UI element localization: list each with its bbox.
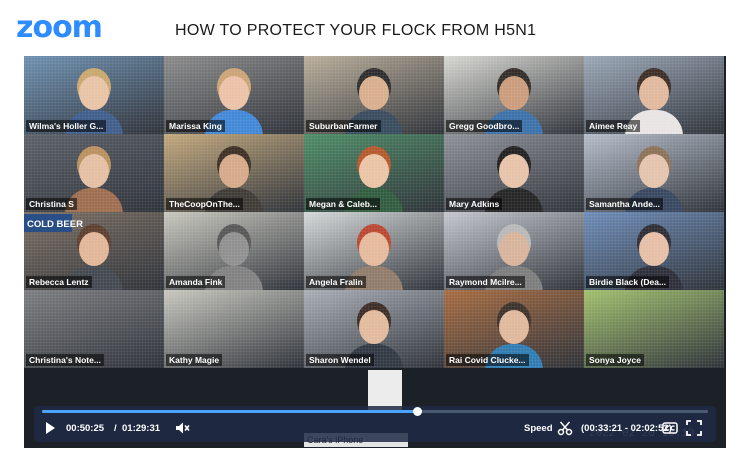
participant-tile[interactable]: Angela Fralin	[304, 212, 444, 290]
participant-tile[interactable]: Amanda Fink	[164, 212, 304, 290]
time-separator: /	[114, 423, 117, 434]
recording-screen: Wilma's Holler G... Marissa King SuburbanF…	[24, 56, 726, 448]
participant-tile[interactable]: Sonya Joyce	[584, 290, 724, 368]
participant-name: Wilma's Holler G...	[26, 120, 107, 132]
participant-name: TheCoopOnThe...	[166, 198, 243, 210]
participant-name: Christina S	[26, 198, 77, 210]
participant-tile[interactable]: TheCoopOnThe...	[164, 134, 304, 212]
closed-captions-icon[interactable]	[662, 420, 678, 436]
participant-name: Samantha Ande...	[586, 198, 664, 210]
participant-name: Raymond Mcilre...	[446, 276, 525, 288]
participant-name: Aimee Reay	[586, 120, 641, 132]
participant-tile[interactable]: Rai Covid Clucke...	[444, 290, 584, 368]
participant-tile[interactable]: Gregg Goodbro...	[444, 56, 584, 134]
participant-tile[interactable]: Raymond Mcilre...	[444, 212, 584, 290]
participant-tile[interactable]: Sharon Wendel	[304, 290, 444, 368]
participant-name: Birdie Black (Dea...	[586, 276, 670, 288]
total-time: 01:29:31	[122, 423, 161, 434]
participant-tile[interactable]: Christina S	[24, 134, 164, 212]
volume-muted-icon[interactable]	[174, 420, 190, 436]
fullscreen-icon[interactable]	[686, 420, 702, 436]
participant-name: Megan & Caleb...	[306, 198, 381, 210]
scissors-icon[interactable]	[557, 420, 573, 436]
play-icon[interactable]	[42, 420, 58, 436]
participant-tile[interactable]: SuburbanFarmer	[304, 56, 444, 134]
page-header: zoom HOW TO PROTECT YOUR FLOCK FROM H5N1	[0, 0, 750, 56]
participant-name: Kathy Magie	[166, 354, 223, 366]
player-control-bar: 00:50:25 / 01:29:31 Speed (00:33:21 - 02…	[34, 406, 716, 442]
participant-tile[interactable]: Mary Adkins	[444, 134, 584, 212]
participant-name: Gregg Goodbro...	[446, 120, 523, 132]
self-view-thumbnail	[368, 370, 402, 410]
participant-name: Christina's Note...	[26, 354, 104, 366]
participant-tile[interactable]: Samantha Ande...	[584, 134, 724, 212]
participant-name: Sonya Joyce	[586, 354, 644, 366]
clip-range: (00:33:21 - 02:02:52)	[581, 423, 672, 434]
participant-tile[interactable]: Aimee Reay	[584, 56, 724, 134]
current-time: 00:50:25	[66, 423, 105, 434]
participant-tile[interactable]: Kathy Magie	[164, 290, 304, 368]
participant-name: Mary Adkins	[446, 198, 503, 210]
seek-bar[interactable]	[42, 407, 708, 416]
seek-bar-progress	[42, 410, 417, 413]
participant-name: Rebecca Lentz	[26, 276, 92, 288]
participant-name: SuburbanFarmer	[306, 120, 381, 132]
participant-tile[interactable]: Wilma's Holler G...	[24, 56, 164, 134]
participant-name: Angela Fralin	[306, 276, 366, 288]
participant-tile[interactable]: Christina's Note...	[24, 290, 164, 368]
participant-name: Marissa King	[166, 120, 225, 132]
participant-tile[interactable]: Birdie Black (Dea...	[584, 212, 724, 290]
participant-tile[interactable]: Marissa King	[164, 56, 304, 134]
seek-bar-handle[interactable]	[412, 407, 422, 416]
participant-tile[interactable]: Megan & Caleb...	[304, 134, 444, 212]
participant-name: Amanda Fink	[166, 276, 226, 288]
participant-name: Rai Covid Clucke...	[446, 354, 529, 366]
participant-tile[interactable]: Rebecca Lentz	[24, 212, 164, 290]
page-title: HOW TO PROTECT YOUR FLOCK FROM H5N1	[175, 22, 537, 39]
zoom-logo: zoom	[16, 10, 103, 45]
participant-name: Sharon Wendel	[306, 354, 374, 366]
speed-button[interactable]: Speed	[524, 423, 553, 435]
